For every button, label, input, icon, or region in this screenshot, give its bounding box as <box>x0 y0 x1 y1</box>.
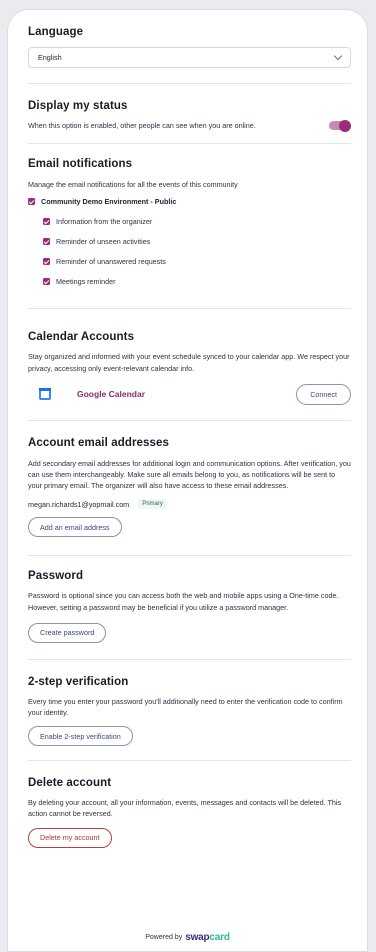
settings-panel: Language English Display my status When … <box>7 9 368 952</box>
chevron-down-icon <box>333 51 343 61</box>
delete-account-title: Delete account <box>28 777 112 790</box>
language-title: Language <box>28 26 84 38</box>
calendar-provider-row: Google Calendar Connect <box>28 383 351 405</box>
checkbox-checked-icon <box>28 197 35 205</box>
enable-two-step-button[interactable]: Enable 2-step verification <box>28 726 133 747</box>
connect-calendar-button[interactable]: Connect <box>296 383 351 405</box>
notification-option-checkbox[interactable]: Meetings reminder <box>28 274 351 288</box>
calendar-title: Calendar Accounts <box>28 331 135 344</box>
powered-by-footer: Powered by swapcard <box>8 924 367 951</box>
delete-account-section: Delete account By deleting your account,… <box>28 761 351 859</box>
settings-content: Language English Display my status When … <box>8 10 367 860</box>
toggle-knob <box>339 119 351 132</box>
email-notifications-title: Email notifications <box>28 158 133 171</box>
community-label: Community Demo Environment - Public <box>41 196 177 206</box>
status-description: When this option is enabled, other peopl… <box>28 121 256 130</box>
status-section: Display my status When this option is en… <box>28 84 351 145</box>
status-row: When this option is enabled, other peopl… <box>28 119 351 132</box>
checkbox-checked-icon <box>43 277 50 285</box>
two-step-title: 2-step verification <box>28 675 129 688</box>
swapcard-logo[interactable]: swapcard <box>185 932 230 943</box>
add-email-button[interactable]: Add an email address <box>28 517 122 538</box>
calendar-provider: Google Calendar <box>28 388 146 401</box>
google-calendar-icon <box>39 388 51 401</box>
language-selected-value: English <box>38 53 62 62</box>
notification-option-label: Reminder of unseen activities <box>56 236 151 246</box>
notification-option-label: Reminder of unanswered requests <box>56 256 166 266</box>
email-addresses-section: Account email addresses Add secondary em… <box>28 421 351 557</box>
password-section: Password Password is optional since you … <box>28 556 351 660</box>
two-step-description: Every time you enter your password you'l… <box>28 696 343 718</box>
status-toggle[interactable] <box>329 119 351 132</box>
logo-part-card: card <box>209 932 230 943</box>
email-notifications-description: Manage the email notifications for all t… <box>28 180 238 190</box>
community-checkbox[interactable]: Community Demo Environment - Public <box>28 194 351 208</box>
primary-email-address: megan.richards1@yopmail.com <box>28 499 130 509</box>
calendar-section: Calendar Accounts Stay organized and inf… <box>28 309 351 421</box>
delete-account-button[interactable]: Delete my account <box>28 827 112 848</box>
calendar-provider-name: Google Calendar <box>77 389 146 400</box>
logo-part-swap: swap <box>185 932 210 943</box>
delete-account-description: By deleting your account, all your infor… <box>28 798 342 819</box>
checkbox-checked-icon <box>43 237 50 245</box>
calendar-description: Stay organized and informed with your ev… <box>28 352 350 373</box>
language-section: Language English <box>28 26 351 84</box>
email-notifications-section: Email notifications Manage the email not… <box>28 144 351 310</box>
primary-email-row: megan.richards1@yopmail.com Primary <box>28 499 351 510</box>
email-addresses-description: Add secondary email addresses for additi… <box>28 458 351 491</box>
notification-checkboxes: Community Demo Environment - Public Info… <box>28 194 351 288</box>
notification-option-checkbox[interactable]: Reminder of unseen activities <box>28 234 351 248</box>
checkbox-checked-icon <box>43 217 50 225</box>
notification-option-checkbox[interactable]: Information from the organizer <box>28 214 351 228</box>
notification-option-label: Meetings reminder <box>56 276 116 286</box>
password-description: Password is optional since you can acces… <box>28 591 339 612</box>
two-step-section: 2-step verification Every time you enter… <box>28 660 351 762</box>
password-title: Password <box>28 570 84 583</box>
checkbox-checked-icon <box>43 257 50 265</box>
create-password-button[interactable]: Create password <box>28 622 107 643</box>
powered-by-text: Powered by <box>145 934 183 941</box>
email-addresses-title: Account email addresses <box>28 436 169 449</box>
primary-badge: Primary <box>138 499 167 510</box>
notification-option-checkbox[interactable]: Reminder of unanswered requests <box>28 254 351 268</box>
language-select[interactable]: English <box>28 47 351 68</box>
notification-option-label: Information from the organizer <box>56 216 153 226</box>
status-title: Display my status <box>28 100 128 112</box>
